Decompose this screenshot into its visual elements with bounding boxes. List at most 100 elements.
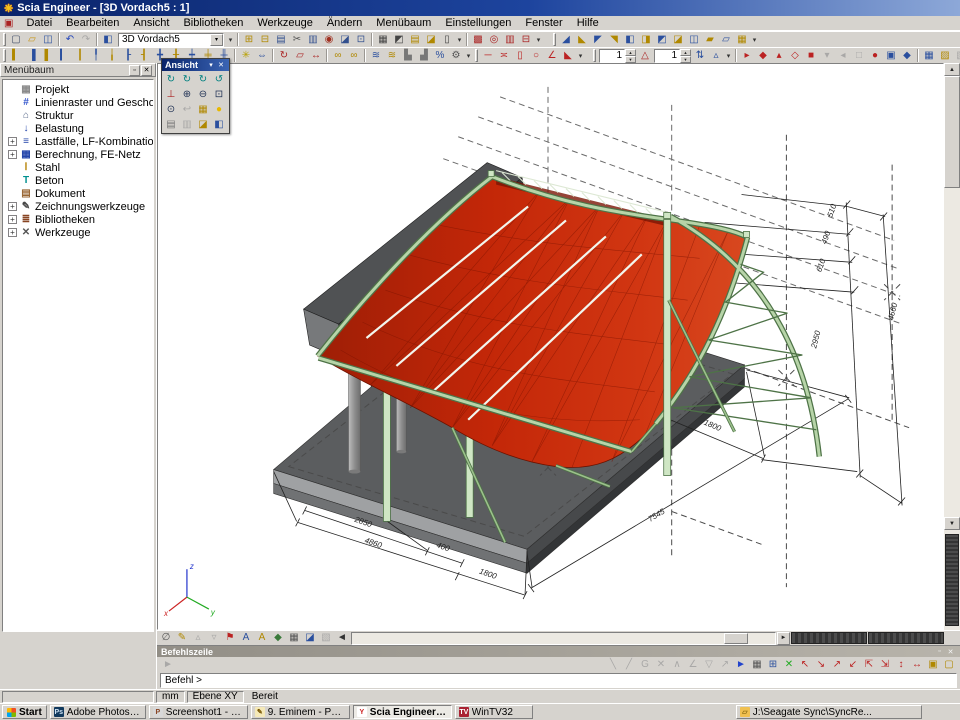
expand-icon[interactable]: + bbox=[8, 228, 17, 237]
grid-icon[interactable]: ▦ bbox=[286, 631, 302, 646]
activity-layer-icon[interactable]: ■ bbox=[803, 48, 819, 63]
print-view-icon[interactable]: ▤ bbox=[163, 117, 179, 132]
label-member-icon[interactable]: ▿ bbox=[206, 631, 222, 646]
tree-item-bibliotheken[interactable]: + ≣ Bibliotheken bbox=[5, 213, 153, 226]
undo-icon[interactable]: ↶ bbox=[62, 32, 78, 47]
text-icon[interactable]: A bbox=[254, 631, 270, 646]
menu-bearbeiten[interactable]: Bearbeiten bbox=[59, 17, 126, 29]
pin-icon[interactable]: ▫ bbox=[934, 648, 945, 655]
toolbar-overflow-icon[interactable]: ▾ bbox=[724, 52, 733, 60]
cut-icon[interactable]: ✂ bbox=[289, 32, 305, 47]
menubaum-panel-header[interactable]: Menübaum ▫ ✕ bbox=[0, 63, 156, 77]
paperspace-icon[interactable]: ◪ bbox=[423, 32, 439, 47]
numbering-icon[interactable]: ▵ bbox=[708, 48, 724, 63]
child-window-icon[interactable]: ▣ bbox=[4, 18, 13, 29]
activity-support-icon[interactable]: ▴ bbox=[771, 48, 787, 63]
triangle-input-icon[interactable]: ▽ bbox=[701, 657, 717, 672]
start-button[interactable]: Start bbox=[2, 705, 47, 719]
calculator-icon[interactable]: ▩ bbox=[470, 32, 486, 47]
settings-icon[interactable]: ⚙ bbox=[448, 48, 464, 63]
toolbar-grip[interactable] bbox=[3, 49, 6, 62]
haunch-icon[interactable]: ╿ bbox=[88, 48, 104, 63]
pen-mode-icon[interactable]: ✎ bbox=[174, 631, 190, 646]
lock-icon[interactable]: ▧ bbox=[318, 631, 334, 646]
vertical-scrollbar-thumb[interactable] bbox=[944, 76, 960, 188]
perspective-icon[interactable]: ◧ bbox=[211, 117, 227, 132]
dim-line-icon[interactable]: ─ bbox=[480, 48, 496, 63]
select-arc-icon[interactable]: ╱ bbox=[621, 657, 637, 672]
snap-save-icon[interactable]: ▢ bbox=[941, 657, 957, 672]
activity-workplane-icon[interactable]: □ bbox=[851, 48, 867, 63]
pin-icon[interactable]: ▫ bbox=[129, 65, 140, 76]
project-combobox[interactable]: 3D Vordach5 ▾ bbox=[118, 33, 224, 47]
snap-node-icon[interactable]: ↘ bbox=[813, 657, 829, 672]
clipboard-icon[interactable]: ▥ bbox=[305, 32, 321, 47]
snap-settings-icon[interactable]: ▣ bbox=[925, 657, 941, 672]
gallery-icon[interactable]: ▤ bbox=[407, 32, 423, 47]
plate-icon[interactable]: ▌ bbox=[40, 48, 56, 63]
activity-selection-icon[interactable]: ◂ bbox=[835, 48, 851, 63]
view-bottom-icon[interactable]: ◨ bbox=[638, 32, 654, 47]
expand-icon[interactable]: + bbox=[8, 150, 17, 159]
scroll-down-icon[interactable]: ▼ bbox=[944, 517, 960, 530]
window-new-icon[interactable]: ▦ bbox=[734, 32, 750, 47]
toolbar-grip[interactable] bbox=[593, 49, 596, 62]
save-project-icon[interactable]: ◫ bbox=[40, 32, 56, 47]
tree-item-werkzeuge[interactable]: + ✕ Werkzeuge bbox=[5, 226, 153, 239]
view-top-icon[interactable]: ◧ bbox=[622, 32, 638, 47]
tree-item-zeichnungswerkzeuge[interactable]: + ✎ Zeichnungswerkzeuge bbox=[5, 200, 153, 213]
scroll-left-icon[interactable]: ◄ bbox=[334, 631, 350, 646]
menu-ansicht[interactable]: Ansicht bbox=[126, 17, 176, 29]
expand-icon[interactable] bbox=[8, 124, 17, 133]
menu-bibliotheken[interactable]: Bibliotheken bbox=[176, 17, 250, 29]
zoom-step-icon[interactable]: ⇅ bbox=[692, 48, 708, 63]
toolbar-overflow-icon[interactable]: ▾ bbox=[226, 36, 235, 44]
layers-icon[interactable]: ▧ bbox=[953, 48, 960, 63]
close-icon[interactable]: ✕ bbox=[945, 648, 956, 656]
3d-viewport[interactable]: Ansicht ▾ ✕ ↻↻↻↺⊥⊕⊖⊡⊙↩▦●▤▥◪◧ bbox=[157, 63, 944, 630]
activity-node-icon[interactable]: ◇ bbox=[787, 48, 803, 63]
select-intersect-icon[interactable]: ✕ bbox=[653, 657, 669, 672]
print-icon[interactable]: ▦ bbox=[375, 32, 391, 47]
palette-icon[interactable]: ▨ bbox=[937, 48, 953, 63]
pointer-icon[interactable]: ► bbox=[160, 657, 176, 672]
document-icon[interactable]: ▯ bbox=[439, 32, 455, 47]
dim-angle-icon[interactable]: ∠ bbox=[544, 48, 560, 63]
pan-view-icon[interactable]: ⇔ bbox=[254, 48, 270, 63]
close-icon[interactable]: ✕ bbox=[141, 65, 152, 76]
tree-item-stahl[interactable]: Ⅰ Stahl bbox=[5, 161, 153, 174]
horizontal-scrollbar-thumb[interactable] bbox=[724, 633, 748, 644]
menu-hilfe[interactable]: Hilfe bbox=[570, 17, 606, 29]
window-tile-icon[interactable]: ▱ bbox=[718, 32, 734, 47]
select-curve-icon[interactable]: G bbox=[637, 657, 653, 672]
print-preview-icon[interactable]: ◩ bbox=[391, 32, 407, 47]
view-back-icon[interactable]: ◣ bbox=[574, 32, 590, 47]
toolbar-overflow-icon[interactable]: ▾ bbox=[534, 36, 543, 44]
spinner-up-icon[interactable]: ▲ bbox=[680, 49, 691, 56]
menu-aendern[interactable]: Ändern bbox=[320, 17, 369, 29]
snap-perpendicular-icon[interactable]: ↙ bbox=[845, 657, 861, 672]
binoculars-alt-icon[interactable]: ∞ bbox=[346, 48, 362, 63]
image-icon[interactable]: ▤ bbox=[273, 32, 289, 47]
view-right-icon[interactable]: ◥ bbox=[606, 32, 622, 47]
rotate-x-icon[interactable]: ↻ bbox=[163, 72, 179, 87]
wall-icon[interactable]: ▎ bbox=[56, 48, 72, 63]
tree-item-lastfaelle[interactable]: + ≡ Lastfälle, LF-Kombinationen bbox=[5, 135, 153, 148]
task-wintv[interactable]: TV WinTV32 bbox=[455, 705, 533, 719]
ucs-icon[interactable]: ⊥ bbox=[163, 87, 179, 102]
expand-icon[interactable] bbox=[8, 189, 17, 198]
expand-icon[interactable] bbox=[8, 111, 17, 120]
tree-item-struktur[interactable]: ⌂ Struktur bbox=[5, 109, 153, 122]
rotate-y-icon[interactable]: ↻ bbox=[179, 72, 195, 87]
cursor-snap-icon[interactable]: ► bbox=[733, 657, 749, 672]
section-icon[interactable]: ⊟ bbox=[518, 32, 534, 47]
node-icon[interactable]: ┨ bbox=[136, 48, 152, 63]
tree-item-projekt[interactable]: ▦ Projekt bbox=[5, 83, 153, 96]
dim-frame-icon[interactable]: ▯ bbox=[512, 48, 528, 63]
line-grid-icon[interactable]: ⊞ bbox=[765, 657, 781, 672]
toolbar-grip[interactable] bbox=[475, 49, 478, 62]
clip-box-icon[interactable]: ▦ bbox=[195, 102, 211, 117]
command-input[interactable]: Befehl > bbox=[160, 673, 957, 688]
toolbar-overflow-icon[interactable]: ▾ bbox=[576, 52, 585, 60]
activity-center-icon[interactable]: ◆ bbox=[899, 48, 915, 63]
